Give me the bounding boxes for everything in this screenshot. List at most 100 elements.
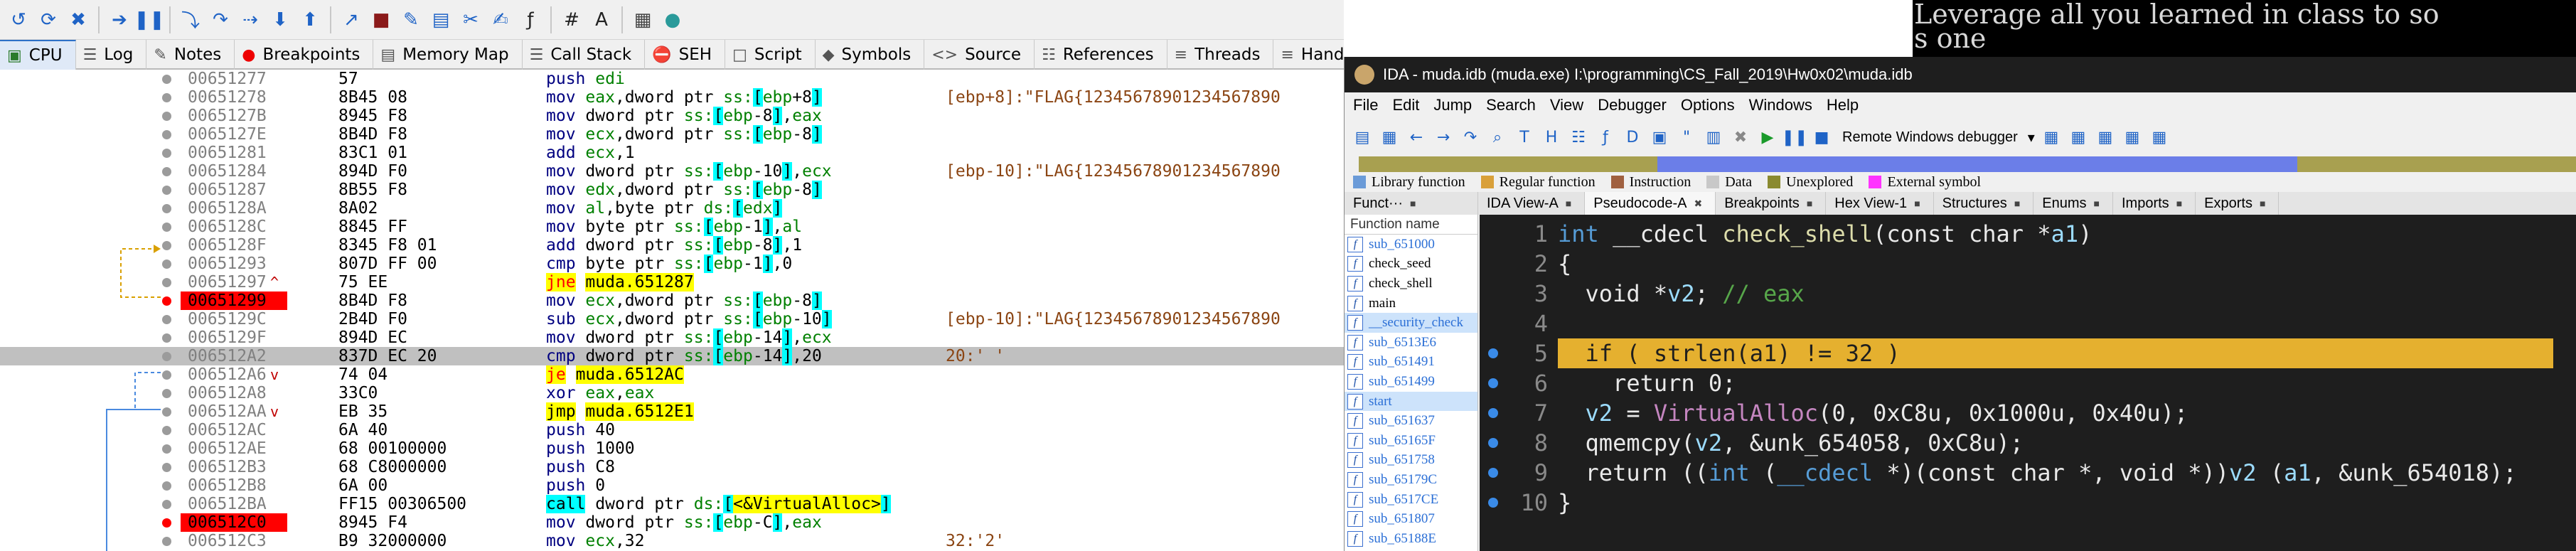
disasm-row[interactable]: 006512B3 68 C8000000 push C8 xyxy=(0,458,1344,476)
menu-windows[interactable]: Windows xyxy=(1749,96,1812,114)
disasm-row[interactable]: 006512AC 6A 40 push 40 xyxy=(0,421,1344,439)
tab-ida-view-a[interactable]: IDA View-A ■ xyxy=(1478,192,1586,215)
close-icon[interactable]: ■ xyxy=(1914,198,1920,209)
text-icon[interactable]: T xyxy=(1514,127,1535,148)
code-line[interactable]: 4 xyxy=(1480,309,2576,338)
close-icon[interactable]: ■ xyxy=(2094,198,2100,209)
tab-structures[interactable]: Structures ■ xyxy=(1934,192,2034,215)
menu-debugger[interactable]: Debugger xyxy=(1598,96,1667,114)
step-into-icon[interactable]: ⤵ xyxy=(178,6,203,34)
patch-icon[interactable]: ✂ xyxy=(458,6,483,34)
tab-symbols[interactable]: ◆ Symbols xyxy=(816,40,925,70)
back-icon[interactable]: ← xyxy=(1406,127,1427,148)
list-icon[interactable]: ▦ xyxy=(2095,127,2116,148)
chart-icon[interactable]: ▥ xyxy=(1703,127,1724,148)
data-icon[interactable]: D xyxy=(1622,127,1643,148)
refresh-icon[interactable]: ⟳ xyxy=(36,6,61,34)
function-item[interactable]: f sub_6517CE xyxy=(1345,490,1477,510)
tab-memory-map[interactable]: ▤ Memory Map xyxy=(373,40,523,70)
close-icon[interactable]: ■ xyxy=(2014,198,2020,209)
tab-breakpoints[interactable]: ● Breakpoints xyxy=(235,40,374,70)
disasm-row[interactable]: 0065128F 8345 F8 01 add dword ptr ss:[ebp-… xyxy=(0,236,1344,255)
disasm-row[interactable]: 00651278 8B45 08 mov eax,dword ptr ss:[ebp… xyxy=(0,88,1344,107)
disasm-row[interactable]: 006512B8 6A 00 push 0 xyxy=(0,476,1344,495)
disasm-row[interactable]: 006512A6 v 74 04 je muda.6512AC xyxy=(0,365,1344,384)
hash-icon[interactable]: # xyxy=(559,6,584,34)
menu-file[interactable]: File xyxy=(1353,96,1378,114)
code-line[interactable]: 10} xyxy=(1480,488,2576,518)
code-line[interactable]: 9 return ((int (__cdecl *)(const char *,… xyxy=(1480,458,2576,488)
breakpoint-dot-icon[interactable] xyxy=(1488,378,1498,388)
search-icon[interactable]: ⌕ xyxy=(1487,127,1508,148)
script-icon[interactable]: ✍ xyxy=(488,6,513,34)
function-item[interactable]: f sub_6513E6 xyxy=(1345,333,1477,353)
menu-search[interactable]: Search xyxy=(1486,96,1536,114)
disasm-row[interactable]: 006512C0 8945 F4 mov dword ptr ss:[ebp-C],… xyxy=(0,513,1344,532)
forward-icon[interactable]: → xyxy=(1433,127,1454,148)
tab-exports[interactable]: Exports ■ xyxy=(2196,192,2280,215)
function-item[interactable]: f check_shell xyxy=(1345,274,1477,294)
tab-seh[interactable]: ⛔ SEH xyxy=(645,40,726,70)
disasm-row[interactable]: 00651284 894D F0 mov dword ptr ss:[ebp-10]… xyxy=(0,162,1344,181)
breakpoint-dot-icon[interactable] xyxy=(1488,348,1498,358)
close-icon[interactable]: ✖ xyxy=(1694,198,1702,210)
debugger-select[interactable]: Remote Windows debugger xyxy=(1842,129,2018,146)
tab-log[interactable]: ☰ Log xyxy=(76,40,147,70)
close-icon[interactable]: ■ xyxy=(2176,198,2182,209)
run-to-user-icon[interactable]: ⇢ xyxy=(237,6,263,34)
code-line[interactable]: 3 void *v2; // eax xyxy=(1480,279,2576,309)
dropdown-chevron-icon[interactable]: ▾ xyxy=(2028,129,2035,146)
function-item[interactable]: f sub_651807 xyxy=(1345,509,1477,529)
disasm-row[interactable]: 006512AA v EB 35 jmp muda.6512E1 xyxy=(0,402,1344,421)
close-icon[interactable]: ✖ xyxy=(65,6,91,34)
tab-breakpoints[interactable]: Breakpoints ■ xyxy=(1716,192,1827,215)
run-until-return-icon[interactable]: ⬆ xyxy=(297,6,323,34)
restart-icon[interactable]: ↺ xyxy=(6,6,31,34)
disasm-row[interactable]: 00651277 57 push edi xyxy=(0,70,1344,88)
trace-into-icon[interactable]: ⬇ xyxy=(267,6,293,34)
run-icon[interactable]: ▶ xyxy=(1757,127,1778,148)
disasm-row[interactable]: 0065128A 8A02 mov al,byte ptr ds:[edx] xyxy=(0,199,1344,218)
tab-call-stack[interactable]: ☰ Call Stack xyxy=(523,40,646,70)
tab-handles[interactable]: ≡ Handles xyxy=(1273,40,1344,70)
function-item[interactable]: f main xyxy=(1345,294,1477,314)
function-item[interactable]: f sub_651491 xyxy=(1345,353,1477,373)
disasm-row[interactable]: 0065129C 2B4D F0 sub ecx,dword ptr ss:[ebp… xyxy=(0,310,1344,328)
function-item[interactable]: f sub_651637 xyxy=(1345,411,1477,431)
function-icon[interactable]: ƒ xyxy=(518,6,543,34)
close-icon[interactable]: ■ xyxy=(2260,198,2265,209)
menu-help[interactable]: Help xyxy=(1827,96,1859,114)
tools-icon[interactable]: ▦ xyxy=(2149,127,2170,148)
function-item[interactable]: f check_seed xyxy=(1345,255,1477,274)
code-line[interactable]: 1 int __cdecl check_shell(const char *a1) xyxy=(1480,219,2576,249)
settings-icon[interactable]: ▦ xyxy=(2041,127,2062,148)
close-icon[interactable]: ■ xyxy=(1410,198,1416,209)
close-icon[interactable]: ■ xyxy=(1566,198,1571,209)
calculator-icon[interactable]: ▦ xyxy=(630,6,656,34)
graph-icon[interactable]: ☷ xyxy=(1568,127,1589,148)
tab-references[interactable]: ☷ References xyxy=(1035,40,1167,70)
animate-icon[interactable]: ↗ xyxy=(338,6,364,34)
function-item[interactable]: f sub_651000 xyxy=(1345,235,1477,255)
font-icon[interactable]: A xyxy=(589,6,614,34)
breakpoint-icon[interactable]: ■ xyxy=(368,6,394,34)
ida-titlebar[interactable]: IDA - muda.idb (muda.exe) I:\programming… xyxy=(1345,57,2576,92)
tab-pseudocode-a[interactable]: Pseudocode-A ✖ xyxy=(1585,192,1716,215)
disasm-row[interactable]: 0065127B 8945 F8 mov dword ptr ss:[ebp-8],… xyxy=(0,107,1344,125)
breakpoint-dot-icon[interactable] xyxy=(1488,468,1498,478)
disasm-row[interactable]: 00651299 8B4D F8 mov ecx,dword ptr ss:[ebp… xyxy=(0,291,1344,310)
hex-icon[interactable]: H xyxy=(1541,127,1562,148)
menu-options[interactable]: Options xyxy=(1681,96,1735,114)
run-icon[interactable]: ➔ xyxy=(107,6,132,34)
code-line[interactable]: 2{ xyxy=(1480,249,2576,279)
close-icon[interactable]: ■ xyxy=(1807,198,1812,209)
code-line[interactable]: 8 qmemcpy(v2, &unk_654058, 0xC8u); xyxy=(1480,428,2576,458)
code-line[interactable]: 5 if ( strlen(a1) != 32 ) xyxy=(1480,338,2576,368)
disasm-row[interactable]: 00651293 807D FF 00 cmp byte ptr ss:[ebp-1… xyxy=(0,255,1344,273)
tab-source[interactable]: <> Source xyxy=(924,40,1035,70)
disasm-row[interactable]: 00651297 ^ 75 EE jne muda.651287 xyxy=(0,273,1344,291)
tab-functions[interactable]: Funct··· ■ xyxy=(1345,192,1478,215)
tab-imports[interactable]: Imports ■ xyxy=(2113,192,2196,215)
ida-navigation-band[interactable] xyxy=(1359,156,2576,172)
disasm-row[interactable]: 0065128C 8845 FF mov byte ptr ss:[ebp-1],a… xyxy=(0,218,1344,236)
